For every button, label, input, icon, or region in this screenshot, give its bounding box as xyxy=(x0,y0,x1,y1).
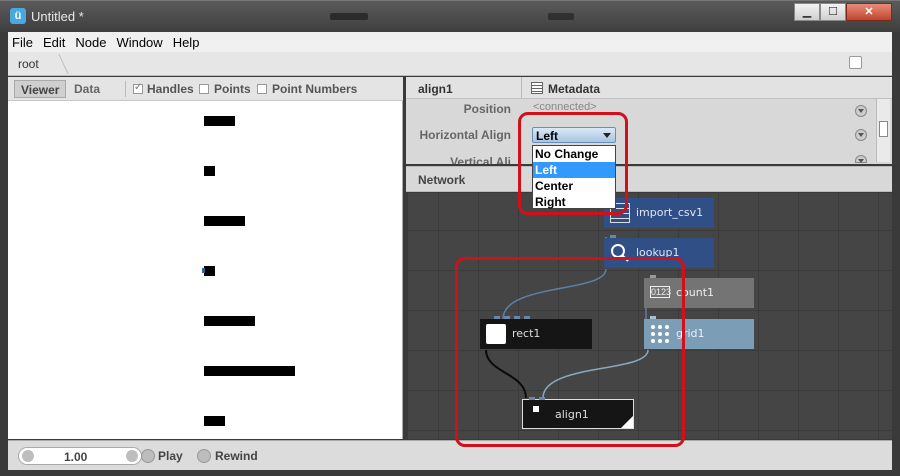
menu-edit[interactable]: Edit xyxy=(43,35,65,50)
menu-help[interactable]: Help xyxy=(173,35,200,50)
close-button[interactable]: ✕ xyxy=(846,3,892,21)
play-icon[interactable] xyxy=(141,449,155,463)
minimize-button[interactable]: ▁ xyxy=(794,3,820,21)
horizontal-align-label: Horizontal Align xyxy=(419,128,511,142)
properties-scrollbar[interactable] xyxy=(876,99,890,162)
address-toggle[interactable] xyxy=(849,56,862,69)
canvas-shape xyxy=(204,316,255,326)
position-menu-button[interactable] xyxy=(855,105,867,117)
tab-viewer[interactable]: Viewer xyxy=(14,80,67,98)
node-name: align1 xyxy=(418,82,453,96)
canvas-shape xyxy=(204,266,215,276)
points-label: Points xyxy=(214,82,251,96)
tab-data[interactable]: Data xyxy=(68,80,106,98)
window-title: Untitled * xyxy=(31,9,84,24)
metadata-tab[interactable]: Metadata xyxy=(548,82,600,96)
menu-file[interactable]: File xyxy=(12,35,33,50)
metadata-icon[interactable] xyxy=(531,82,543,94)
maximize-button[interactable]: ☐ xyxy=(820,3,846,21)
playback-bar: 1.00 Play Rewind xyxy=(8,440,892,470)
canvas-shape xyxy=(204,116,235,126)
annotation-dropdown xyxy=(518,112,628,215)
app-icon: ü xyxy=(10,8,26,24)
title-bar: ü Untitled * ▁ ☐ ✕ xyxy=(0,0,900,32)
breadcrumb-root[interactable]: root xyxy=(18,57,39,71)
title-blur xyxy=(548,13,574,20)
title-blur xyxy=(330,13,368,20)
play-button[interactable]: Play xyxy=(158,449,183,463)
frame-stepper[interactable]: 1.00 xyxy=(18,447,142,465)
properties-header: align1 Metadata xyxy=(406,77,892,99)
horizontal-align-menu-button[interactable] xyxy=(855,129,867,141)
menu-bar: File Edit Node Window Help xyxy=(8,32,892,52)
menu-node[interactable]: Node xyxy=(75,35,106,50)
canvas-shape xyxy=(204,366,295,376)
decrement-button[interactable] xyxy=(22,450,34,462)
point-numbers-checkbox[interactable] xyxy=(257,84,267,94)
network-header: Network xyxy=(406,166,892,192)
annotation-network xyxy=(455,257,685,447)
address-bar: root xyxy=(8,52,892,76)
points-checkbox[interactable] xyxy=(199,84,209,94)
window-controls: ▁ ☐ ✕ xyxy=(794,3,892,21)
increment-button[interactable] xyxy=(126,450,138,462)
handles-checkbox[interactable] xyxy=(133,82,143,94)
breadcrumb-separator xyxy=(49,54,69,74)
header-divider xyxy=(521,77,522,99)
properties-pane: align1 Metadata Position <connected> Hor… xyxy=(406,77,892,164)
node-label: import_csv1 xyxy=(636,206,704,219)
canvas-shape xyxy=(204,416,225,426)
vertical-align-label: Vertical Ali xyxy=(450,155,511,164)
canvas-shape xyxy=(204,166,215,176)
canvas-shape xyxy=(204,216,245,226)
rewind-icon[interactable] xyxy=(197,449,211,463)
viewer-toolbar: Viewer Data Handles Points Point Numbers xyxy=(8,77,403,101)
selection-handle[interactable] xyxy=(202,268,205,273)
viewer-pane: Viewer Data Handles Points Point Numbers xyxy=(8,77,403,439)
scroll-thumb[interactable] xyxy=(879,121,888,137)
menu-window[interactable]: Window xyxy=(116,35,162,50)
toolbar-divider xyxy=(125,81,126,97)
point-numbers-label: Point Numbers xyxy=(272,82,358,96)
handles-label: Handles xyxy=(147,82,194,96)
rewind-button[interactable]: Rewind xyxy=(215,449,258,463)
input-port[interactable] xyxy=(610,235,616,238)
network-label: Network xyxy=(418,173,466,187)
vertical-align-menu-button[interactable] xyxy=(855,155,867,163)
position-label: Position xyxy=(463,102,511,116)
frame-value: 1.00 xyxy=(64,450,88,464)
